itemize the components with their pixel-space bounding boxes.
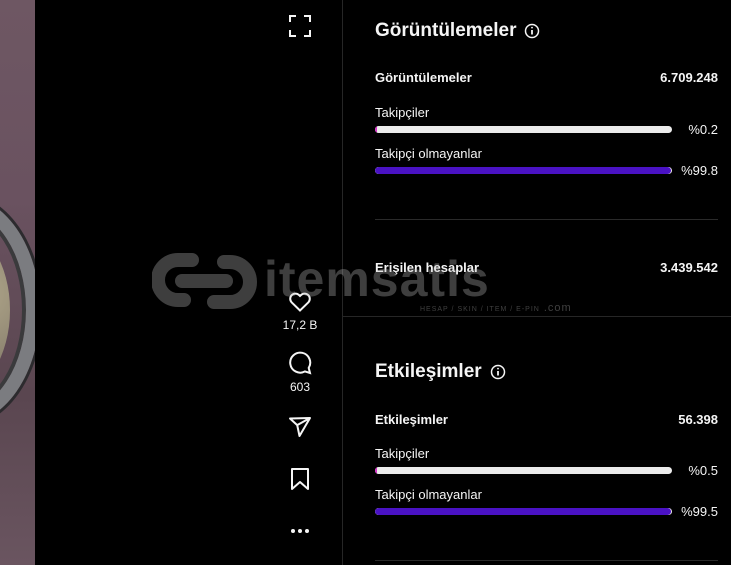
views-followers-bar-row: %0.2 (375, 122, 718, 137)
interactions-followers-fill (375, 467, 377, 474)
watermark-tagline: HESAP / SKIN / ITEM / E-PIN .com (420, 302, 572, 314)
comment-icon (289, 351, 312, 375)
more-action (278, 518, 322, 544)
share-button[interactable] (287, 414, 313, 440)
interactions-nonfollowers-pct: %99.5 (681, 504, 718, 519)
reach-row: Erişilen hesaplar 3.439.542 (375, 260, 718, 275)
views-title-text: Görüntülemeler (375, 20, 517, 41)
section-divider-full (343, 316, 731, 317)
info-icon[interactable] (490, 364, 506, 380)
interactions-title-text: Etkileşimler (375, 361, 482, 382)
views-followers-label: Takipçiler (375, 105, 430, 120)
interactions-followers-track (375, 467, 672, 474)
interactions-followers-bar-row: %0.5 (375, 463, 718, 478)
section-divider (375, 560, 718, 561)
post-media[interactable] (0, 0, 35, 565)
interactions-total-label: Etkileşimler (375, 412, 448, 427)
comment-button[interactable] (287, 350, 313, 376)
interactions-total-value: 56.398 (678, 412, 718, 427)
interactions-total-row: Etkileşimler 56.398 (375, 412, 718, 427)
views-section-title: Görüntülemeler (375, 20, 540, 42)
views-nonfollowers-label: Takipçi olmayanlar (375, 146, 482, 161)
watermark: itemsatis HESAP / SKIN / ITEM / E-PIN .co… (151, 246, 582, 316)
heart-icon (289, 292, 311, 312)
bookmark-icon (291, 468, 309, 490)
panel-divider (342, 0, 343, 565)
interactions-followers-pct: %0.5 (688, 463, 718, 478)
share-action (278, 414, 322, 440)
fullscreen-icon[interactable] (288, 14, 312, 38)
interactions-nonfollowers-fill (375, 508, 671, 515)
views-nonfollowers-track (375, 167, 672, 174)
like-action: 17,2 B (278, 288, 322, 332)
share-icon (289, 417, 311, 437)
save-button[interactable] (287, 466, 313, 492)
interactions-followers-label: Takipçiler (375, 446, 430, 461)
comment-action: 603 (278, 350, 322, 394)
views-followers-pct: %0.2 (688, 122, 718, 137)
interactions-nonfollowers-bar-row: %99.5 (375, 504, 718, 519)
watermark-logo-icon (151, 253, 257, 309)
info-icon[interactable] (524, 23, 540, 39)
views-nonfollowers-bar-row: %99.8 (375, 163, 718, 178)
section-divider (375, 219, 718, 220)
comment-count: 603 (289, 380, 311, 394)
interactions-section-title: Etkileşimler (375, 361, 506, 383)
views-total-label: Görüntülemeler (375, 70, 472, 85)
like-button[interactable] (287, 288, 313, 314)
views-nonfollowers-fill (375, 167, 671, 174)
interactions-nonfollowers-track (375, 508, 672, 515)
more-button[interactable] (287, 518, 313, 544)
views-total-value: 6.709.248 (660, 70, 718, 85)
interactions-nonfollowers-label: Takipçi olmayanlar (375, 487, 482, 502)
views-nonfollowers-pct: %99.8 (681, 163, 718, 178)
views-total-row: Görüntülemeler 6.709.248 (375, 70, 718, 85)
more-icon (291, 529, 309, 533)
views-followers-fill (375, 126, 377, 133)
like-count: 17,2 B (282, 318, 318, 332)
save-action (278, 466, 322, 492)
reach-value: 3.439.542 (660, 260, 718, 275)
reach-label: Erişilen hesaplar (375, 260, 480, 275)
views-followers-track (375, 126, 672, 133)
